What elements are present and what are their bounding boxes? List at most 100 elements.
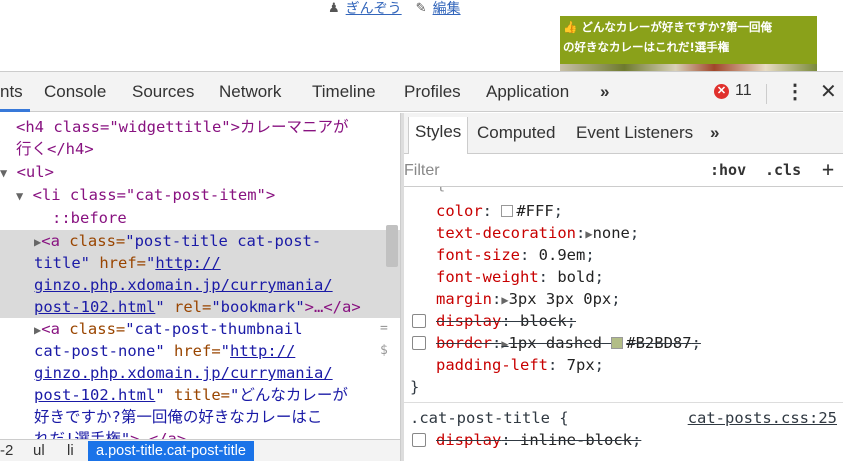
css-prop-font-weight[interactable]: font-weight: bold; [436,266,604,288]
property-checkbox[interactable] [412,433,426,447]
tab-styles[interactable]: Styles [408,117,469,154]
prop-name: text-decoration [436,224,576,242]
breadcrumb-item-ul[interactable]: ul [33,442,45,459]
dom-node-before[interactable]: ::before [52,207,127,229]
add-rule-icon[interactable]: + [822,157,834,181]
ul-tag: <ul> [16,163,54,181]
attr-class-value: "cat-post-thumbnail [125,320,303,338]
a-tag-close: >…</a> [130,430,187,439]
css-prop-text-decoration[interactable]: text-decoration:▶none; [436,222,639,244]
prop-name: margin [436,290,492,308]
expand-triangle-icon[interactable]: ▶ [501,293,508,307]
edit-link[interactable]: 編集 [433,0,461,18]
error-counter[interactable]: ✕ 11 [714,82,752,100]
dom-node-li[interactable]: ▼ <li class="cat-post-item"> [16,184,275,206]
prop-value: 7px [566,356,595,374]
more-tabs-chevron-icon[interactable]: » [600,82,609,102]
dom-node-a-thumbnail[interactable]: ▶<a class="cat-post-thumbnail [34,318,303,340]
devtools-tab-bar: nts Console Sources Network Timeline Pro… [0,71,843,112]
thumbs-up-icon: 👍 [563,20,578,34]
expand-triangle-icon[interactable]: ▶ [501,337,508,351]
dom-node-line: ginzo.php.xdomain.jp/currymania/ [34,274,333,296]
prop-name: font-weight [436,268,539,286]
prop-value: 3px 3px 0px [508,290,612,308]
tab-sources[interactable]: Sources [132,82,194,102]
dom-dollar-marker: $ [380,343,388,358]
attr-href: href= [90,254,146,272]
a-tag-close: >…</a> [304,298,361,316]
prop-name: border [436,334,492,352]
tab-event-listeners[interactable]: Event Listeners [576,123,693,143]
property-checkbox[interactable] [412,314,426,328]
tab-computed[interactable]: Computed [477,123,555,143]
breadcrumb-item[interactable]: -2 [0,442,13,459]
dom-node-line: post-102.html" title="どんなカレーが [34,384,348,406]
hov-toggle[interactable]: :hov [710,161,746,179]
css-prop-padding-left[interactable]: padding-left: 7px; [436,354,604,376]
tab-console[interactable]: Console [44,82,106,102]
dom-node-line: れだ!選手権">…</a> [34,428,186,439]
dom-eq-marker: = [380,321,388,336]
css-prop-color[interactable]: color: #FFF; [436,200,563,222]
post-meta: ♟ ぎんぞう ✎ 編集 [328,0,461,18]
css-rules-list[interactable]: { color: #FFF; text-decoration:▶none; fo… [404,187,843,461]
promo-banner[interactable]: 👍 どんなカレーが好きですか?第一回俺 の好きなカレーはこれだ!選手権 [560,16,817,64]
styles-tab-bar: Styles Computed Event Listeners » [404,113,843,154]
tab-network[interactable]: Network [219,82,281,102]
href-link[interactable]: post-102.html [34,298,155,316]
stylesheet-source-link[interactable]: cat-posts.css:25 [688,407,837,429]
tab-timeline[interactable]: Timeline [312,82,376,102]
styles-filter-input[interactable] [404,158,654,184]
property-checkbox[interactable] [412,336,426,350]
prop-value: inline-block [520,431,632,449]
close-icon[interactable]: ✕ [820,79,837,104]
dom-node-line: 好きですか?第一回俺の好きなカレーはこ [34,406,322,428]
css-selector[interactable]: .cat-post-title { [410,407,569,429]
quote: " [155,298,165,316]
css-prop-border-disabled[interactable]: border:▶1px dashed #B2BD87; [436,332,701,354]
prop-value: #FFF [516,202,554,220]
dom-node-a-post-title[interactable]: ▶<a class="post-title cat-post- [34,230,321,252]
prop-value-color: #B2BD87 [626,334,692,352]
color-swatch[interactable] [501,205,514,217]
prop-value: block [520,312,567,330]
tab-application[interactable]: Application [486,82,569,102]
href-link[interactable]: ginzo.php.xdomain.jp/currymania/ [34,364,333,382]
elements-scrollbar-thumb[interactable] [386,225,398,267]
promo-thumbnail-image[interactable] [560,64,817,71]
href-link[interactable]: ginzo.php.xdomain.jp/currymania/ [34,276,333,294]
dom-node-line: post-102.html" rel="bookmark">…</a> [34,296,361,318]
attr-rel: rel= [164,298,212,316]
href-link[interactable]: http:// [155,254,220,272]
tab-profiles[interactable]: Profiles [404,82,461,102]
href-link[interactable]: post-102.html [34,386,155,404]
href-link[interactable]: http:// [230,342,295,360]
attr-class: class= [59,232,126,250]
collapse-triangle-icon[interactable]: ▼ [0,166,7,180]
attr-title: title= [164,386,230,404]
color-swatch[interactable] [611,337,624,349]
promo-text-line2: の好きなカレーはこれだ!選手権 [563,40,730,54]
collapse-triangle-icon[interactable]: ▼ [16,189,23,203]
breadcrumb-item-selected[interactable]: a.post-title.cat-post-title [88,441,254,461]
prop-value: none [592,224,630,242]
kebab-menu-icon[interactable]: ⋮ [785,79,805,104]
css-prop-font-size[interactable]: font-size: 0.9em; [436,244,595,266]
dom-node-ul[interactable]: ▼ <ul> [0,161,54,183]
more-tabs-chevron-icon[interactable]: » [710,123,719,143]
expand-triangle-icon[interactable]: ▶ [585,227,592,241]
attr-class-value-cont: cat-post-none" [34,342,165,360]
prop-value: bold [557,268,595,286]
prop-name: display [436,312,502,330]
active-tab-indicator [0,109,30,112]
dom-node-h4[interactable]: <h4 class="widgettitle">カレーマニアが [16,116,348,138]
cls-toggle[interactable]: .cls [765,161,801,179]
elements-tree[interactable]: <h4 class="widgettitle">カレーマニアが 行く</h4> … [0,113,400,439]
author-link[interactable]: ぎんぞう [346,0,402,18]
breadcrumb-item-li[interactable]: li [67,442,74,459]
css-prop-margin[interactable]: margin:▶3px 3px 0px; [436,288,621,310]
css-prop-display-disabled[interactable]: display: inline-block; [436,429,641,451]
tab-elements[interactable]: nts [0,82,23,102]
error-icon: ✕ [714,83,729,99]
css-prop-display-disabled[interactable]: display: block; [436,310,576,332]
